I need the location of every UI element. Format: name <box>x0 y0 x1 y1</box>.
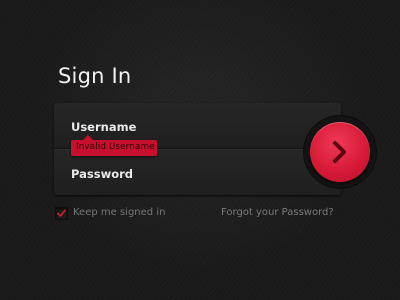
chevron-right-icon <box>333 141 346 163</box>
forgot-password-link[interactable]: Forgot your Password? <box>221 207 334 218</box>
checkmark-icon <box>57 209 66 217</box>
submit-button[interactable] <box>310 122 370 182</box>
remember-me-checkbox[interactable] <box>55 207 68 220</box>
username-label: Username <box>71 120 137 134</box>
password-label: Password <box>71 167 133 181</box>
username-error-text: Invalid Username <box>76 142 155 152</box>
remember-me-label: Keep me signed in <box>73 207 166 218</box>
username-error-tooltip: Invalid Username <box>71 135 157 156</box>
page-title: Sign In <box>58 64 132 88</box>
